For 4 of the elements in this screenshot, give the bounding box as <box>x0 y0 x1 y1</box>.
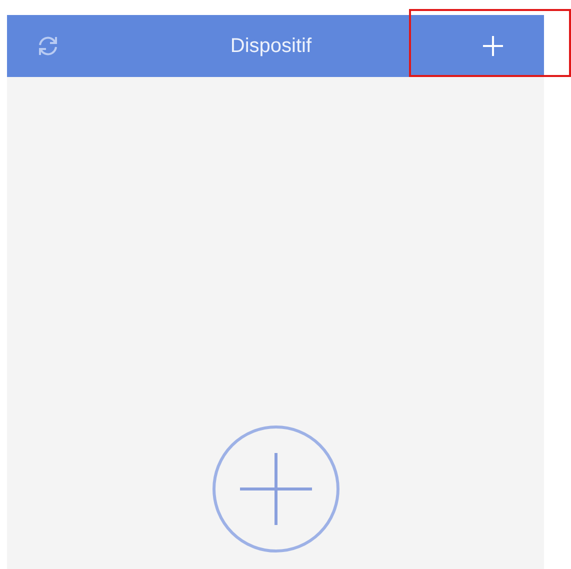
add-icon[interactable] <box>482 35 504 57</box>
header-title: Dispositif <box>230 34 312 58</box>
add-circle-icon[interactable] <box>212 425 340 553</box>
refresh-icon[interactable] <box>36 35 60 57</box>
